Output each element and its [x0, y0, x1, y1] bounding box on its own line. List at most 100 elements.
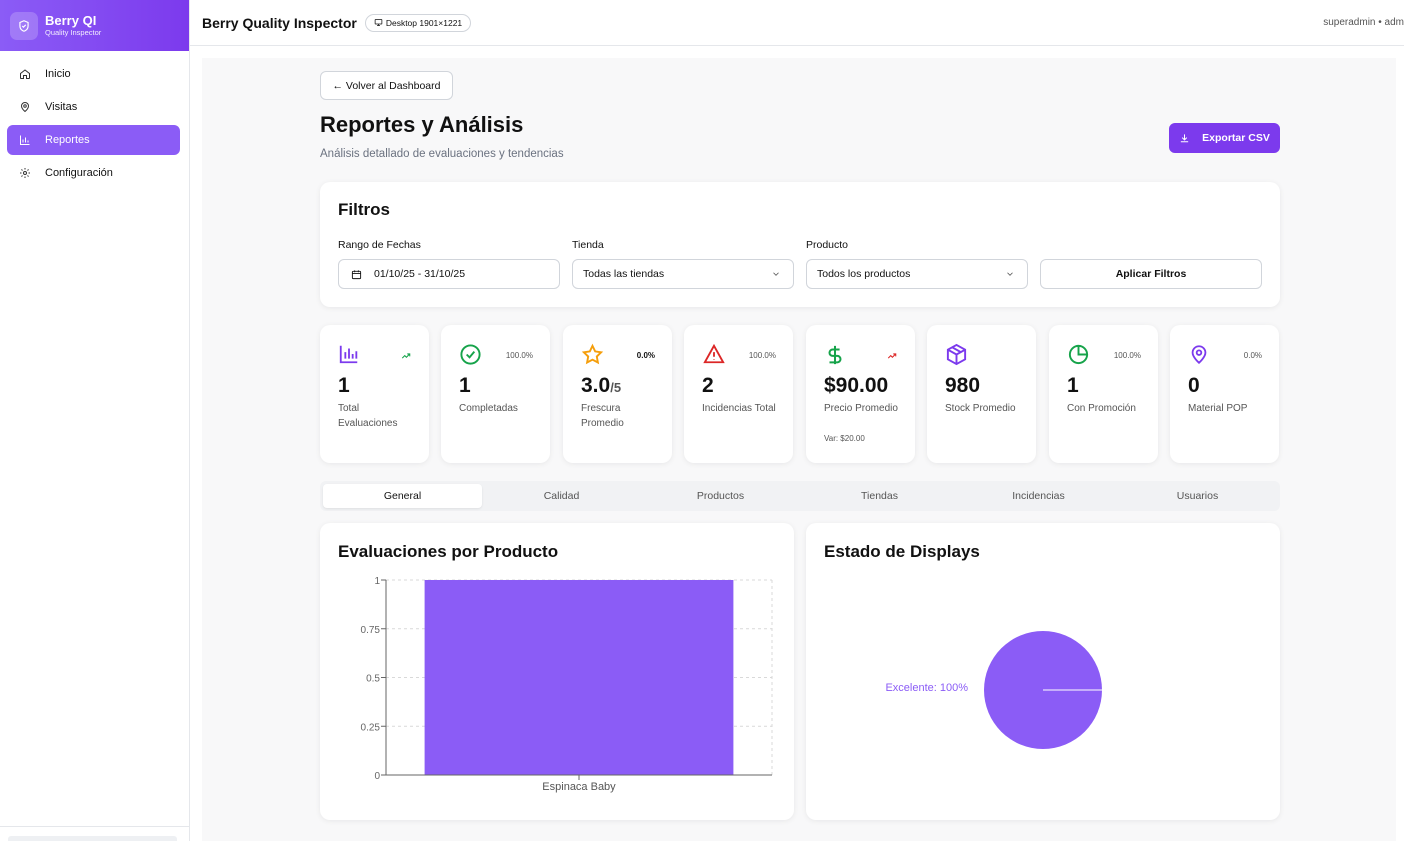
- stat-card-material-pop: 0.0% 0 Material POP: [1170, 325, 1279, 463]
- stat-trend: 0.0%: [636, 351, 655, 360]
- bar-chart: 0 0.25 0.5 0.75 1 Espinaca Baby: [361, 576, 773, 793]
- home-icon: [19, 68, 31, 80]
- store-label: Tienda: [572, 239, 604, 251]
- x-tick-label: Espinaca Baby: [542, 781, 616, 793]
- brand-subtitle: Quality Inspector: [45, 28, 102, 37]
- stat-trend: 100.0%: [748, 351, 776, 360]
- calendar-icon: [351, 269, 362, 279]
- date-range-picker[interactable]: 01/10/25 - 31/10/25: [338, 259, 560, 289]
- evaluations-by-product-card: Evaluaciones por Producto 0 0.25 0.5 0.75 1 E…: [320, 523, 794, 820]
- stat-value-suffix: /5: [610, 380, 622, 395]
- device-label: Desktop 1901×1221: [385, 17, 463, 28]
- product-select[interactable]: Todos los productos: [806, 259, 1028, 289]
- sidebar-footer: [0, 826, 189, 841]
- download-icon: [1180, 133, 1189, 142]
- device-badge: Desktop 1901×1221: [364, 13, 472, 32]
- stat-card-completadas: 100.0% 1 Completadas: [441, 325, 550, 463]
- product-label: Producto: [806, 239, 849, 251]
- app-title: Berry Quality Inspector: [202, 14, 357, 31]
- y-tick-label: 0.5: [366, 674, 380, 685]
- bar-chart-icon: [19, 134, 31, 146]
- page-subtitle: Análisis detallado de evaluaciones y ten…: [320, 148, 564, 160]
- box-icon: [946, 343, 967, 366]
- stat-label: Material POP: [1188, 403, 1248, 414]
- stat-card-incidencias: 100.0% 2 Incidencias Total: [684, 325, 793, 463]
- bar-chart-icon: [339, 345, 358, 364]
- brand-title: Berry QI: [45, 13, 97, 28]
- sidebar-item-configuracion[interactable]: Configuración: [7, 158, 180, 188]
- stats-row: 1 Total Evaluaciones 100.0% 1 Completada…: [320, 325, 1280, 463]
- y-tick-label: 0.25: [361, 722, 381, 733]
- filters-title: Filtros: [338, 200, 390, 219]
- stat-card-total-evaluaciones: 1 Total Evaluaciones: [320, 325, 429, 463]
- stat-card-promocion: 100.0% 1 Con Promoción: [1049, 325, 1158, 463]
- stat-extra: Var: $20.00: [824, 434, 865, 443]
- stat-label: Stock Promedio: [945, 403, 1016, 414]
- stat-label: Total Evaluaciones: [338, 403, 398, 429]
- sidebar-item-label: Inicio: [45, 68, 71, 80]
- stat-label: Frescura Promedio: [581, 403, 624, 429]
- chevron-down-icon: [1007, 272, 1013, 276]
- brand[interactable]: Berry QI Quality Inspector: [0, 0, 189, 51]
- stat-value: 0: [1188, 374, 1200, 397]
- bar: [424, 580, 734, 775]
- stat-value: 980: [945, 374, 981, 397]
- y-tick-label: 0: [374, 771, 380, 782]
- stat-card-frescura: 0.0% 3.0/5 Frescura Promedio: [563, 325, 672, 463]
- store-select[interactable]: Todas las tiendas: [572, 259, 794, 289]
- gear-icon: [19, 167, 31, 179]
- stat-label: Completadas: [459, 403, 518, 414]
- sidebar-item-label: Configuración: [45, 167, 113, 179]
- tab-productos[interactable]: Productos: [641, 484, 800, 508]
- export-csv-button[interactable]: Exportar CSV: [1169, 123, 1280, 153]
- date-range-label: Rango de Fechas: [338, 239, 421, 251]
- stat-trend: 100.0%: [1113, 351, 1141, 360]
- display-status-card: Estado de Displays Excelente: 100%: [806, 523, 1280, 820]
- export-label: Exportar CSV: [1202, 132, 1270, 144]
- sidebar-item-inicio[interactable]: Inicio: [7, 59, 180, 89]
- y-tick-label: 1: [374, 576, 380, 587]
- stat-trend: 100.0%: [505, 351, 533, 360]
- sidebar-item-visitas[interactable]: Visitas: [7, 92, 180, 122]
- top-bar: Berry Quality Inspector Desktop 1901×122…: [190, 0, 1404, 46]
- trending-up-icon: [401, 353, 411, 359]
- pie-icon: [1068, 344, 1089, 365]
- map-pin-icon: [19, 101, 31, 113]
- shield-icon: [10, 11, 38, 40]
- tab-general[interactable]: General: [323, 484, 482, 508]
- stat-value: 1: [338, 374, 350, 397]
- star-icon: [581, 343, 604, 365]
- tab-tiendas[interactable]: Tiendas: [800, 484, 959, 508]
- stat-label: Precio Promedio: [824, 403, 898, 414]
- product-select-value: Todos los productos: [817, 268, 911, 280]
- stat-label: Incidencias Total: [702, 403, 776, 414]
- stat-value-number: 3.0: [581, 374, 611, 397]
- alert-triangle-icon: [703, 343, 725, 364]
- sidebar-nav: Inicio Visitas Reportes Configuración: [0, 59, 189, 188]
- chevron-down-icon: [773, 272, 779, 276]
- filters-card: Filtros Rango de Fechas 01/10/25 - 31/10…: [320, 182, 1280, 307]
- sidebar-item-label: Reportes: [45, 134, 90, 146]
- stat-label: Con Promoción: [1067, 403, 1136, 414]
- user-info[interactable]: superadmin • adm: [1323, 17, 1404, 28]
- store-select-value: Todas las tiendas: [583, 268, 665, 280]
- page-title: Reportes y Análisis: [320, 112, 524, 137]
- stat-value: 3.0/5: [581, 374, 621, 398]
- map-pin-icon: [1191, 345, 1207, 364]
- tab-incidencias[interactable]: Incidencias: [959, 484, 1118, 508]
- back-to-dashboard-button[interactable]: ← Volver al Dashboard: [320, 71, 453, 100]
- stat-trend: 0.0%: [1243, 351, 1262, 360]
- sidebar-item-label: Visitas: [45, 101, 78, 113]
- sidebar-item-reportes[interactable]: Reportes: [7, 125, 180, 155]
- stat-value: 2: [702, 374, 714, 397]
- stat-value: 1: [459, 374, 471, 397]
- dollar-icon: [828, 345, 842, 365]
- tab-usuarios[interactable]: Usuarios: [1118, 484, 1277, 508]
- check-circle-icon: [460, 344, 481, 365]
- stat-value: 1: [1067, 374, 1079, 397]
- tab-calidad[interactable]: Calidad: [482, 484, 641, 508]
- date-range-value: 01/10/25 - 31/10/25: [374, 268, 466, 280]
- monitor-icon: [374, 19, 383, 26]
- stat-card-stock: 980 Stock Promedio: [927, 325, 1036, 463]
- apply-filters-button[interactable]: Aplicar Filtros: [1040, 259, 1262, 289]
